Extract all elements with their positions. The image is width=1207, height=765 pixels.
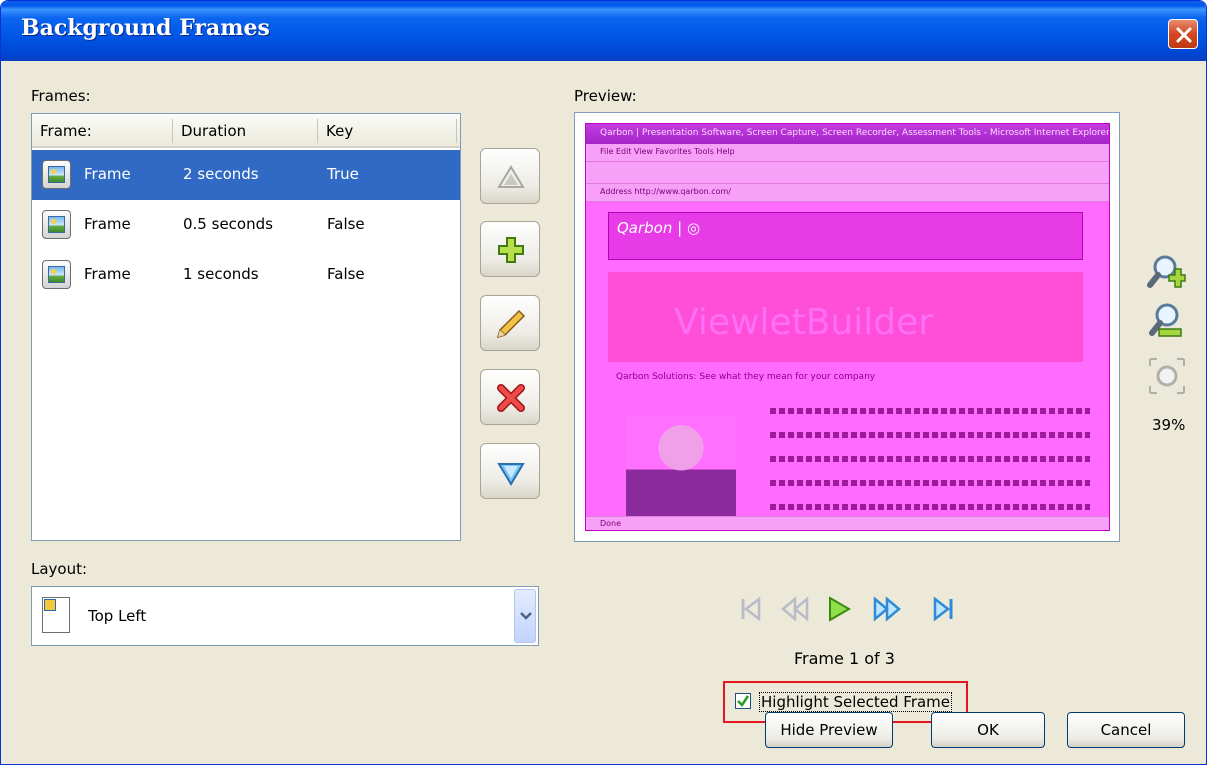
preview-site-tagline: Qarbon Solutions: See what they mean for… [616, 372, 876, 382]
delete-x-icon [497, 384, 525, 412]
frame-image-icon [42, 260, 71, 289]
preview-panel: Qarbon | Presentation Software, Screen C… [574, 112, 1120, 542]
title-bar[interactable]: Background Frames [1, 1, 1206, 61]
column-divider[interactable] [172, 119, 173, 143]
preview-image: Qarbon | Presentation Software, Screen C… [585, 123, 1110, 531]
table-row[interactable]: Frame 1 seconds False [32, 250, 460, 300]
preview-site-logo: Qarbon | ◎ [617, 219, 701, 237]
triangle-up-icon [497, 165, 525, 188]
plus-icon [498, 237, 524, 263]
add-frame-button[interactable] [480, 221, 540, 277]
last-frame-button[interactable] [929, 596, 957, 622]
table-row[interactable]: Frame 0.5 seconds False [32, 200, 460, 250]
zoom-percent: 39% [1152, 416, 1186, 434]
frame-key: False [327, 215, 365, 233]
layout-dropdown[interactable]: Top Left [31, 586, 539, 646]
preview-browser-title: Qarbon | Presentation Software, Screen C… [586, 124, 1109, 144]
triangle-down-icon [497, 463, 525, 486]
zoom-out-button[interactable] [1147, 301, 1193, 341]
preview-person-image [626, 416, 736, 522]
zoom-fit-icon [1149, 358, 1185, 394]
list-header: Frame: Duration Key [32, 114, 460, 148]
skip-last-icon [933, 596, 953, 622]
layout-selected-value: Top Left [88, 607, 147, 625]
frame-name: Frame [84, 265, 131, 283]
column-header-key[interactable]: Key [326, 122, 353, 140]
layout-label: Layout: [31, 560, 88, 578]
dropdown-arrow-button[interactable] [514, 589, 536, 643]
first-frame-button[interactable] [737, 596, 765, 622]
column-header-frame[interactable]: Frame: [40, 122, 92, 140]
frame-image-icon [42, 160, 71, 189]
layout-position-icon [42, 597, 70, 633]
column-divider[interactable] [456, 119, 457, 143]
frame-name: Frame [84, 215, 131, 233]
delete-frame-button[interactable] [480, 369, 540, 425]
close-button[interactable] [1168, 19, 1198, 49]
background-frames-dialog: Background Frames Frames: Frame: Duratio… [0, 0, 1207, 765]
preview-browser-address: Address http://www.qarbon.com/ [586, 184, 1109, 202]
checkmark-icon [737, 695, 750, 707]
highlight-checkbox[interactable] [735, 693, 751, 709]
zoom-out-icon [1149, 303, 1182, 337]
ok-button[interactable]: OK [931, 712, 1045, 748]
frame-duration: 0.5 seconds [183, 215, 273, 233]
table-row[interactable]: Frame 2 seconds True [32, 150, 460, 200]
frame-duration: 1 seconds [183, 265, 259, 283]
column-header-duration[interactable]: Duration [181, 122, 246, 140]
play-icon [829, 596, 851, 622]
frame-key: True [327, 165, 359, 183]
preview-browser-menu: File Edit View Favorites Tools Help [586, 144, 1109, 162]
chevron-down-icon [520, 612, 532, 620]
rewind-icon [781, 596, 809, 622]
zoom-in-icon [1147, 255, 1186, 288]
zoom-fit-button[interactable] [1147, 356, 1193, 396]
highlight-checkbox-label[interactable]: Highlight Selected Frame [759, 692, 953, 712]
play-button[interactable] [825, 596, 853, 622]
preview-bullet-list [770, 408, 1090, 528]
frame-counter: Frame 1 of 3 [794, 649, 895, 668]
frame-duration: 2 seconds [183, 165, 259, 183]
close-icon [1176, 27, 1192, 43]
edit-frame-button[interactable] [480, 295, 540, 351]
hide-preview-button[interactable]: Hide Preview [765, 712, 893, 748]
previous-frame-button[interactable] [781, 596, 809, 622]
next-frame-button[interactable] [873, 596, 901, 622]
preview-banner-text: ViewletBuilder [674, 302, 934, 343]
preview-site-banner: ViewletBuilder [608, 272, 1083, 362]
cancel-button[interactable]: Cancel [1067, 712, 1185, 748]
preview-browser-status: Done [586, 516, 1109, 530]
frames-label: Frames: [31, 87, 91, 105]
frame-key: False [327, 265, 365, 283]
frame-name: Frame [84, 165, 131, 183]
move-down-button[interactable] [480, 443, 540, 499]
fast-forward-icon [873, 596, 901, 622]
frame-image-icon [42, 210, 71, 239]
preview-browser-toolbar [586, 162, 1109, 184]
zoom-in-button[interactable] [1147, 253, 1193, 293]
skip-first-icon [741, 596, 761, 622]
frames-list[interactable]: Frame: Duration Key Frame 2 seconds True… [31, 113, 461, 541]
move-up-button[interactable] [480, 148, 540, 204]
dialog-title: Background Frames [21, 15, 270, 41]
preview-site-nav: Qarbon | ◎ [608, 212, 1083, 260]
column-divider[interactable] [317, 119, 318, 143]
preview-label: Preview: [574, 87, 637, 105]
pencil-icon [496, 309, 526, 339]
